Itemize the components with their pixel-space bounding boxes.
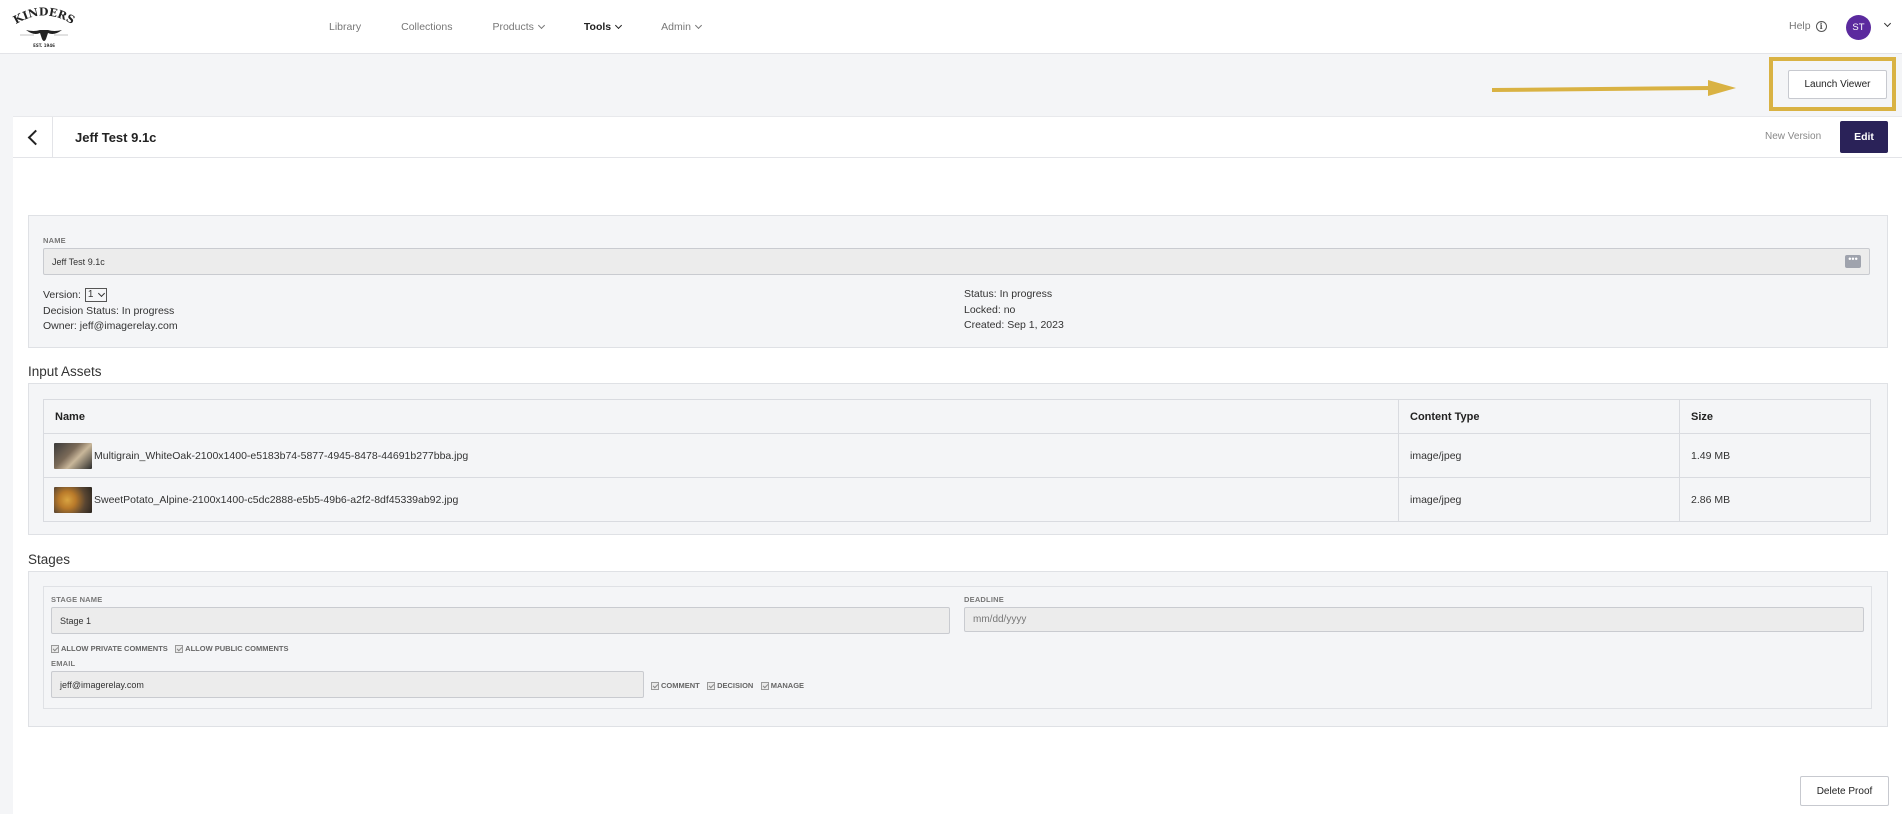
- details-panel: NAME Jeff Test 9.1c ••• Version: 1 Decis…: [28, 215, 1888, 348]
- allow-public-comments-checkbox[interactable]: [175, 644, 184, 653]
- user-menu-chevron-icon[interactable]: [1883, 19, 1892, 28]
- manage-checkbox[interactable]: [760, 681, 769, 690]
- locked: Locked: no: [964, 303, 1016, 316]
- nav-collections-label: Collections: [401, 21, 453, 33]
- deadline-label: DEADLINE: [964, 595, 1004, 604]
- asset-content-type: image/jpeg: [1398, 477, 1680, 522]
- decision-label: DECISION: [717, 681, 754, 691]
- nav-admin-label: Admin: [661, 21, 691, 33]
- asset-name-cell: Multigrain_WhiteOak-2100x1400-e5183b74-5…: [43, 433, 1399, 478]
- version-label: Version:: [43, 289, 81, 301]
- chevron-down-icon: [98, 290, 106, 298]
- proof-header: Jeff Test 9.1c New Version Edit: [13, 116, 1902, 158]
- chevron-down-icon: [537, 21, 545, 30]
- stage-card: STAGE NAME Stage 1 DEADLINE mm/dd/yyyy A…: [43, 586, 1872, 709]
- asset-name-cell: SweetPotato_Alpine-2100x1400-c5dc2888-e5…: [43, 477, 1399, 522]
- deadline-field[interactable]: mm/dd/yyyy: [964, 607, 1864, 632]
- name-field[interactable]: Jeff Test 9.1c •••: [43, 248, 1870, 275]
- asset-thumbnail[interactable]: [54, 442, 92, 469]
- name-value: Jeff Test 9.1c: [52, 256, 105, 267]
- logo-subtext: EST. 1946: [33, 43, 55, 48]
- kinders-logo[interactable]: KINDERS EST. 1946: [11, 5, 77, 50]
- nav-library-label: Library: [329, 21, 362, 33]
- table-row[interactable]: SweetPotato_Alpine-2100x1400-c5dc2888-e5…: [43, 477, 1871, 522]
- details-right: Status: In progress Locked: no Created: …: [964, 287, 1064, 334]
- decision-checkbox[interactable]: [707, 681, 716, 690]
- input-assets-panel: Name Content Type Size Multigrain_WhiteO…: [28, 383, 1888, 535]
- stage-name-value: Stage 1: [60, 615, 92, 626]
- asset-name[interactable]: Multigrain_WhiteOak-2100x1400-e5183b74-5…: [94, 449, 468, 461]
- col-size: Size: [1679, 399, 1871, 434]
- input-assets-title: Input Assets: [28, 364, 102, 379]
- comment-options: ALLOW PRIVATE COMMENTS ALLOW PUBLIC COMM…: [51, 641, 292, 655]
- page-title: Jeff Test 9.1c: [75, 130, 157, 145]
- svg-text:KINDERS: KINDERS: [12, 6, 76, 27]
- assets-table-wrap: Name Content Type Size Multigrain_WhiteO…: [43, 399, 1871, 522]
- owner: Owner: jeff@imagerelay.com: [43, 320, 178, 332]
- allow-private-comments-label: ALLOW PRIVATE COMMENTS: [61, 644, 168, 654]
- comment-checkbox[interactable]: [651, 681, 659, 690]
- stages-title: Stages: [28, 552, 71, 567]
- manage-label: MANAGE: [770, 681, 805, 691]
- created-date: Created: Sep 1, 2023: [964, 319, 1064, 331]
- help-link[interactable]: Help i: [1789, 20, 1827, 32]
- stage-name-field[interactable]: Stage 1: [51, 607, 950, 634]
- table-header-row: Name Content Type Size: [43, 399, 1871, 434]
- decision-status: Decision Status: In progress: [43, 304, 175, 317]
- asset-size: 2.86 MB: [1679, 477, 1871, 522]
- nav-admin[interactable]: Admin: [661, 21, 702, 33]
- main-content: NAME Jeff Test 9.1c ••• Version: 1 Decis…: [13, 158, 1902, 814]
- allow-public-comments-label: ALLOW PUBLIC COMMENTS: [185, 644, 289, 654]
- more-options-icon[interactable]: •••: [1845, 255, 1861, 268]
- nav-products-label: Products: [492, 21, 534, 33]
- nav-tools[interactable]: Tools: [583, 21, 623, 33]
- allow-private-comments-checkbox[interactable]: [51, 644, 59, 653]
- nav-library[interactable]: Library: [329, 21, 361, 33]
- chevron-left-icon: [27, 129, 43, 146]
- info-icon: i: [1815, 20, 1827, 32]
- asset-name[interactable]: SweetPotato_Alpine-2100x1400-c5dc2888-e5…: [94, 493, 458, 505]
- logo-text: KINDERS: [11, 5, 77, 26]
- email-field[interactable]: jeff@imagerelay.com: [51, 671, 644, 698]
- avatar[interactable]: ST: [1846, 15, 1871, 40]
- nav-products[interactable]: Products: [492, 21, 545, 33]
- stage-name-label: STAGE NAME: [51, 595, 103, 604]
- permission-options: COMMENT DECISION MANAGE: [651, 678, 808, 692]
- help-label: Help: [1789, 20, 1811, 32]
- delete-proof-button[interactable]: Delete Proof: [1800, 776, 1889, 806]
- version-row: Version: 1: [43, 288, 178, 304]
- status: Status: In progress: [964, 288, 1053, 300]
- edit-button[interactable]: Edit: [1840, 121, 1888, 153]
- assets-table: Name Content Type Size Multigrain_WhiteO…: [43, 399, 1871, 522]
- comment-label: COMMENT: [661, 681, 700, 691]
- launch-viewer-button[interactable]: Launch Viewer: [1788, 70, 1887, 99]
- asset-size: 1.49 MB: [1679, 433, 1871, 478]
- table-row[interactable]: Multigrain_WhiteOak-2100x1400-e5183b74-5…: [43, 433, 1871, 478]
- deadline-placeholder: mm/dd/yyyy: [973, 614, 1027, 625]
- annotation-arrow: [1491, 80, 1736, 96]
- nav-tools-label: Tools: [583, 21, 612, 33]
- col-name: Name: [43, 399, 1399, 434]
- email-value: jeff@imagerelay.com: [60, 679, 144, 690]
- asset-content-type: image/jpeg: [1398, 433, 1680, 478]
- details-left: Version: 1 Decision Status: In progress …: [43, 288, 178, 335]
- nav-collections[interactable]: Collections: [401, 21, 452, 33]
- col-content-type: Content Type: [1398, 399, 1680, 434]
- email-label: EMAIL: [51, 659, 76, 668]
- main-nav: Library Collections Products Tools Admin: [329, 0, 741, 54]
- version-select[interactable]: 1: [84, 288, 108, 303]
- top-navbar: KINDERS EST. 1946 Library Collections Pr…: [0, 0, 1902, 54]
- new-version-button[interactable]: New Version: [1765, 131, 1821, 142]
- asset-thumbnail[interactable]: [54, 486, 92, 513]
- name-label: NAME: [43, 236, 66, 245]
- stages-panel: STAGE NAME Stage 1 DEADLINE mm/dd/yyyy A…: [28, 571, 1888, 727]
- version-value: 1: [87, 289, 94, 301]
- back-button[interactable]: [13, 117, 53, 158]
- chevron-down-icon: [615, 21, 623, 30]
- chevron-down-icon: [694, 21, 702, 30]
